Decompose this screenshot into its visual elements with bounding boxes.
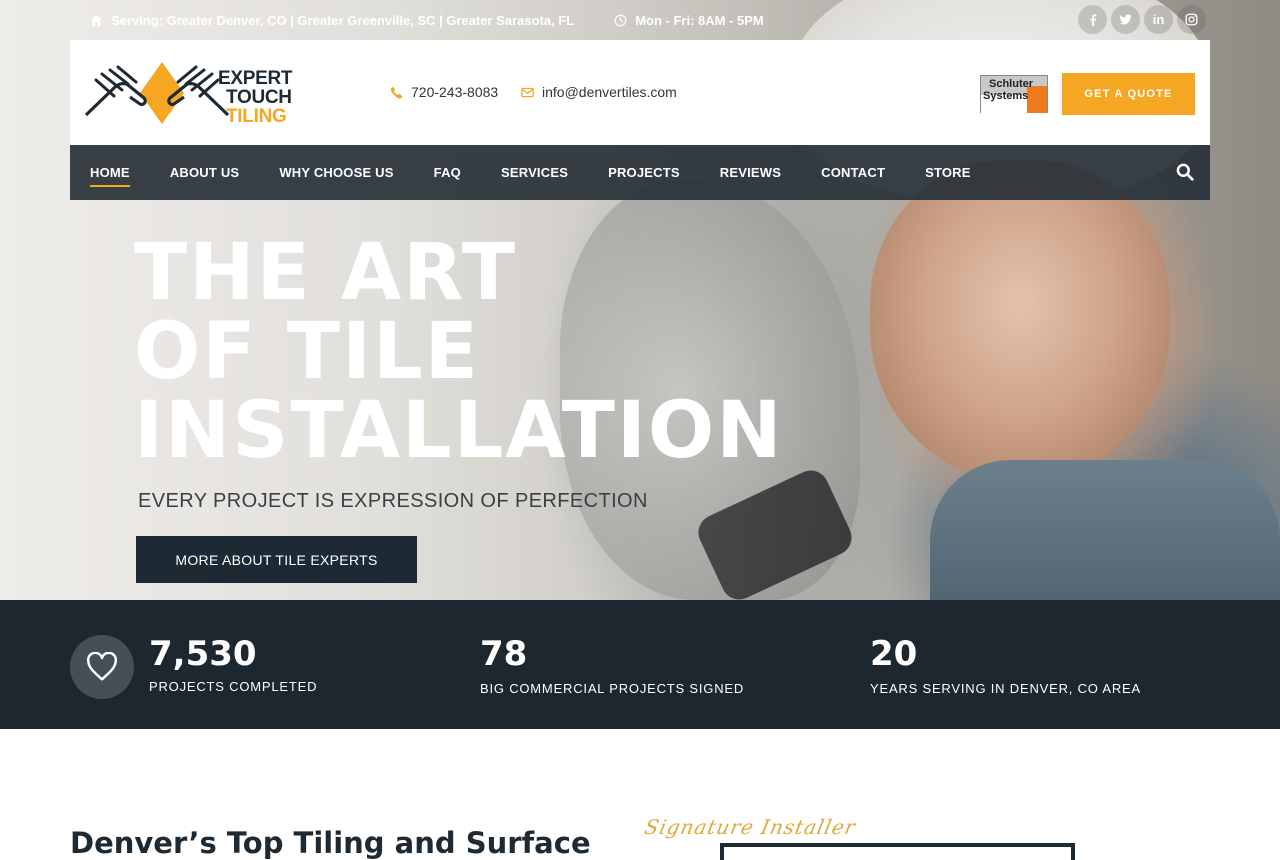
email-link[interactable]: info@denvertiles.com <box>521 84 677 100</box>
get-quote-button[interactable]: GET A QUOTE <box>1062 73 1195 115</box>
hours-text: Mon - Fri: 8AM - 5PM <box>635 12 764 28</box>
stat-value: 78 <box>480 634 528 674</box>
social-links: in <box>1078 5 1206 34</box>
more-about-button[interactable]: MORE ABOUT TILE EXPERTS <box>136 536 417 583</box>
hero-title-line-3: INSTALLATION <box>134 386 784 476</box>
top-info-bar: Serving: Greater Denver, CO | Greater Gr… <box>90 10 764 30</box>
instagram-icon[interactable] <box>1177 5 1206 34</box>
phone-icon <box>390 86 403 99</box>
stat-label: BIG COMMERCIAL PROJECTS SIGNED <box>480 681 745 696</box>
nav-projects[interactable]: PROJECTS <box>608 145 680 200</box>
main-navigation: HOME ABOUT US WHY CHOOSE US FAQ SERVICES… <box>70 145 1210 200</box>
linkedin-icon[interactable]: in <box>1144 5 1173 34</box>
nav-contact[interactable]: CONTACT <box>821 145 885 200</box>
heart-icon <box>86 652 118 681</box>
envelope-icon <box>521 87 534 97</box>
logo-wordmark: EXPERT TOUCH TILING <box>218 68 293 127</box>
certificate-frame <box>720 843 1075 860</box>
nav-store[interactable]: STORE <box>925 145 971 200</box>
stat-label: PROJECTS COMPLETED <box>149 679 318 694</box>
hours-info: Mon - Fri: 8AM - 5PM <box>614 13 764 28</box>
home-icon <box>90 14 103 26</box>
facebook-icon[interactable] <box>1078 5 1107 34</box>
heart-badge <box>70 635 134 699</box>
phone-link[interactable]: 720-243-8083 <box>390 84 498 100</box>
logo-line-3: TILING <box>226 106 287 127</box>
logo-line-2: TOUCH <box>226 87 292 108</box>
serving-text: Serving: Greater Denver, CO | Greater Gr… <box>111 12 575 28</box>
nav-why-choose-us[interactable]: WHY CHOOSE US <box>279 145 393 200</box>
hero-title: THE ART OF TILE INSTALLATION <box>134 234 784 471</box>
stats-bar: 7,530 PROJECTS COMPLETED 78 BIG COMMERCI… <box>0 600 1280 729</box>
twitter-icon[interactable] <box>1111 5 1140 34</box>
signature-installer-script: Signature Installer <box>642 815 859 839</box>
site-header: EXPERT TOUCH TILING 720-243-8083 info@de… <box>70 40 1210 145</box>
email-address: info@denvertiles.com <box>542 84 677 100</box>
clock-icon <box>614 14 627 26</box>
nav-reviews[interactable]: REVIEWS <box>720 145 781 200</box>
search-icon[interactable] <box>1176 163 1194 181</box>
nav-about-us[interactable]: ABOUT US <box>170 145 240 200</box>
serving-info: Serving: Greater Denver, CO | Greater Gr… <box>90 13 574 28</box>
nav-faq[interactable]: FAQ <box>434 145 461 200</box>
partner-line-2: Systems <box>983 90 1029 102</box>
hero-title-line-1: THE ART <box>134 228 518 318</box>
stat-value: 20 <box>870 634 918 674</box>
partner-line-1: Schluter <box>989 78 1034 90</box>
nav-services[interactable]: SERVICES <box>501 145 568 200</box>
phone-number: 720-243-8083 <box>411 84 499 100</box>
stat-label: YEARS SERVING IN DENVER, CO AREA <box>870 681 1141 696</box>
logo-line-1: EXPERT <box>218 68 293 89</box>
intro-heading: Denver’s Top Tiling and Surface <box>70 826 591 860</box>
hero-title-line-2: OF TILE <box>134 307 480 397</box>
stat-value: 7,530 <box>149 634 257 674</box>
schluter-systems-logo: Schluter Systems <box>980 75 1048 114</box>
hero-subtitle: EVERY PROJECT IS EXPRESSION OF PERFECTIO… <box>138 490 648 512</box>
nav-home[interactable]: HOME <box>90 145 130 200</box>
